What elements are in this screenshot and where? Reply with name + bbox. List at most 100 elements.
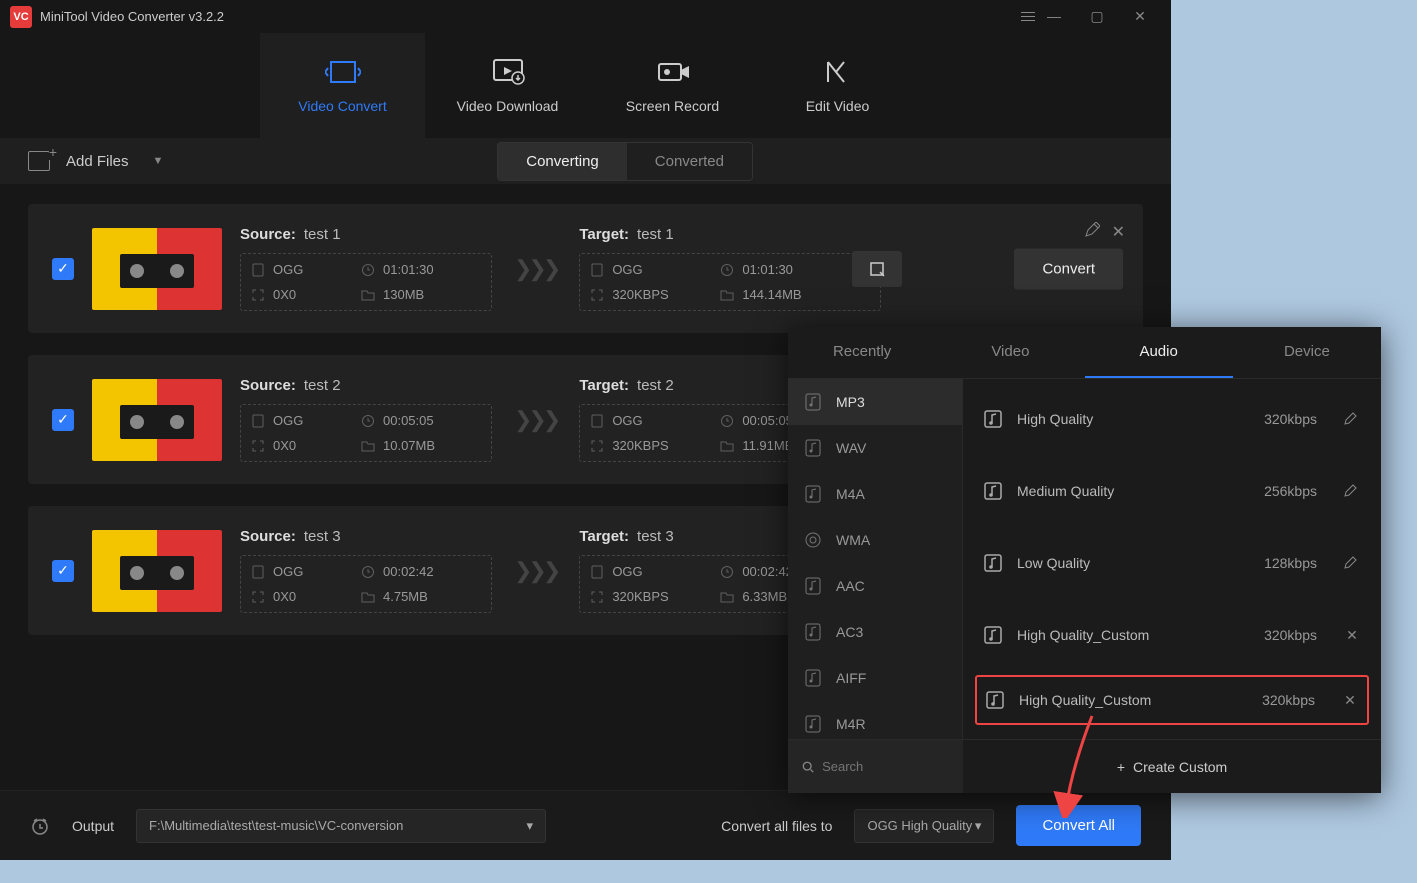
output-format-select[interactable]: OGG High Quality ▾	[854, 809, 994, 843]
search-input[interactable]	[822, 759, 949, 774]
quality-name: Low Quality	[1017, 555, 1250, 571]
edit-icon[interactable]	[1343, 556, 1361, 570]
quality-item[interactable]: Low Quality128kbps	[963, 527, 1381, 599]
checkbox[interactable]: ✓	[52, 560, 74, 582]
popup-tab-recently[interactable]: Recently	[788, 327, 936, 378]
thumbnail	[92, 530, 222, 612]
checkbox[interactable]: ✓	[52, 409, 74, 431]
source-label: Source:	[240, 226, 296, 243]
arrow-icon: ❯❯❯	[514, 256, 557, 282]
quality-item[interactable]: High Quality320kbps	[963, 383, 1381, 455]
close-button[interactable]: ✕	[1131, 8, 1149, 25]
format-item-aiff[interactable]: AIFF	[788, 655, 962, 701]
source-block: Source:test 2 OGG 00:05:05 0X0 10.07MB	[240, 377, 492, 462]
tab-label: Video Convert	[298, 98, 386, 114]
close-icon[interactable]: ✕	[1341, 692, 1359, 709]
quality-item[interactable]: High Quality_Custom 320kbps ✕	[975, 675, 1369, 725]
tab-converted[interactable]: Converted	[627, 143, 752, 180]
format-label: M4R	[836, 716, 866, 732]
edit-icon[interactable]	[1343, 484, 1361, 498]
bottom-bar: Output F:\Multimedia\test\test-music\VC-…	[0, 790, 1171, 860]
source-label: Source:	[240, 377, 296, 394]
menu-icon[interactable]	[1021, 12, 1035, 21]
format-item-wav[interactable]: WAV	[788, 425, 962, 471]
convert-button[interactable]: Convert	[1014, 248, 1123, 289]
add-files-button[interactable]: Add Files ▼	[28, 151, 163, 171]
popup-tabs: Recently Video Audio Device	[788, 327, 1381, 379]
convert-all-button[interactable]: Convert All	[1016, 805, 1141, 846]
format-item-ac3[interactable]: AC3	[788, 609, 962, 655]
popup-footer: + Create Custom	[788, 739, 1381, 793]
search-icon	[802, 760, 814, 774]
create-custom-label: Create Custom	[1133, 759, 1227, 775]
output-format-text: OGG High Quality	[867, 818, 972, 834]
tab-label: Edit Video	[806, 98, 870, 114]
download-icon	[490, 58, 526, 86]
quality-list: High Quality320kbpsMedium Quality256kbps…	[963, 379, 1381, 739]
add-files-label: Add Files	[66, 153, 129, 170]
format-item-mp3[interactable]: MP3	[788, 379, 962, 425]
arrow-icon: ❯❯❯	[514, 407, 557, 433]
checkbox[interactable]: ✓	[52, 258, 74, 280]
main-tabs: Video Convert Video Download Screen Reco…	[0, 33, 1171, 138]
edit-icon[interactable]	[1084, 222, 1100, 242]
source-name: test 3	[304, 528, 341, 545]
quality-name: Medium Quality	[1017, 483, 1250, 499]
quality-item[interactable]: Medium Quality256kbps	[963, 455, 1381, 527]
tab-video-download[interactable]: Video Download	[425, 33, 590, 138]
format-popup: Recently Video Audio Device MP3WAV M4A WMA…	[788, 327, 1381, 793]
window-controls: — ▢ ✕	[1045, 8, 1169, 25]
remove-icon[interactable]: ✕	[1112, 222, 1125, 242]
convert-all-to-label: Convert all files to	[721, 818, 832, 834]
source-duration: 00:05:05	[361, 413, 481, 428]
format-label: AC3	[836, 624, 863, 640]
target-label: Target:	[579, 377, 629, 394]
edit-icon[interactable]	[1343, 412, 1361, 426]
format-search[interactable]	[788, 740, 963, 793]
target-name: test 1	[637, 226, 674, 243]
status-segment: Converting Converted	[497, 142, 753, 181]
target-edit-button[interactable]	[852, 251, 902, 287]
record-icon	[655, 58, 691, 86]
format-label: M4A	[836, 486, 865, 502]
target-bitrate: 320KBPS	[590, 589, 720, 604]
chevron-down-icon: ▾	[527, 818, 534, 834]
tab-video-convert[interactable]: Video Convert	[260, 33, 425, 138]
tab-screen-record[interactable]: Screen Record	[590, 33, 755, 138]
target-name: test 3	[637, 528, 674, 545]
source-resolution: 0X0	[251, 589, 361, 604]
tab-edit-video[interactable]: Edit Video	[755, 33, 920, 138]
format-item-m4a[interactable]: M4A	[788, 471, 962, 517]
output-path-select[interactable]: F:\Multimedia\test\test-music\VC-convers…	[136, 809, 546, 843]
popup-tab-video[interactable]: Video	[936, 327, 1084, 378]
format-label: WMA	[836, 532, 870, 548]
target-label: Target:	[579, 528, 629, 545]
schedule-icon[interactable]	[30, 816, 50, 836]
quality-item[interactable]: High Quality_Custom320kbps✕	[963, 599, 1381, 671]
minimize-button[interactable]: —	[1045, 8, 1063, 25]
target-label: Target:	[579, 226, 629, 243]
convert-icon	[325, 58, 361, 86]
source-duration: 00:02:42	[361, 564, 481, 579]
close-icon[interactable]: ✕	[1343, 627, 1361, 644]
source-resolution: 0X0	[251, 438, 361, 453]
quality-bitrate: 320kbps	[1262, 692, 1315, 708]
create-custom-button[interactable]: + Create Custom	[963, 740, 1381, 793]
popup-tab-audio[interactable]: Audio	[1085, 327, 1233, 378]
tab-converting[interactable]: Converting	[498, 143, 627, 180]
plus-icon: +	[1117, 759, 1125, 775]
source-size: 4.75MB	[361, 589, 481, 604]
titlebar: VC MiniTool Video Converter v3.2.2 — ▢ ✕	[0, 0, 1171, 33]
source-block: Source:test 3 OGG 00:02:42 0X0 4.75MB	[240, 528, 492, 613]
format-item-aac[interactable]: AAC	[788, 563, 962, 609]
target-block: Target:test 1 OGG 01:01:30 320KBPS 144.1…	[579, 226, 881, 311]
format-label: AAC	[836, 578, 865, 594]
target-format: OGG	[590, 262, 720, 277]
format-item-wma[interactable]: WMA	[788, 517, 962, 563]
quality-name: High Quality_Custom	[1019, 692, 1248, 708]
target-duration: 01:01:30	[720, 262, 870, 277]
format-item-m4r[interactable]: M4R	[788, 701, 962, 739]
app-logo-icon: VC	[10, 6, 32, 28]
popup-tab-device[interactable]: Device	[1233, 327, 1381, 378]
maximize-button[interactable]: ▢	[1088, 8, 1106, 25]
